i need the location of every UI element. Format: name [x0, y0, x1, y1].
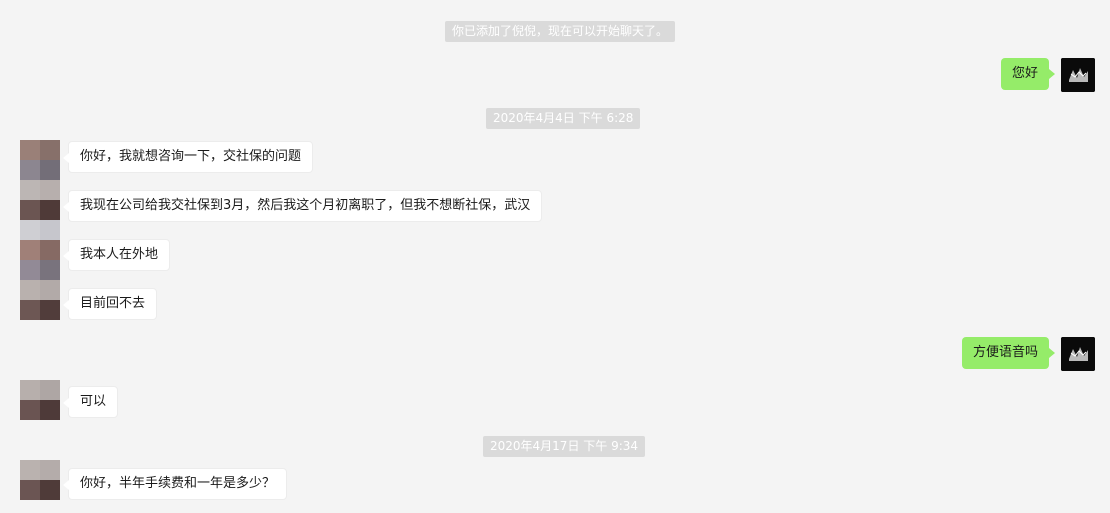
message-bubble-incoming[interactable]: 我本人在外地	[62, 239, 171, 271]
my-avatar-image	[1061, 58, 1095, 92]
message-bubble-outgoing[interactable]: 您好	[1000, 58, 1056, 90]
message-bubble-incoming[interactable]: 我现在公司给我交社保到3月，然后我这个月初离职了，但我不想断社保，武汉	[62, 190, 543, 222]
message-bubble-outgoing[interactable]: 方便语音吗	[961, 337, 1056, 369]
message-bubble-incoming[interactable]: 目前回不去	[62, 288, 158, 320]
system-notice-added: 你已添加了倪倪，现在可以开始聊天了。	[445, 21, 676, 42]
contact-avatar[interactable]	[20, 180, 60, 220]
time-stamp: 2020年4月17日 下午 9:34	[483, 436, 646, 457]
time-stamp: 2020年4月4日 下午 6:28	[486, 108, 641, 129]
contact-avatar[interactable]	[20, 380, 60, 420]
my-avatar[interactable]	[1061, 337, 1095, 371]
chat-history: 你已添加了倪倪，现在可以开始聊天了。 您好 2020年4月4日 下午 6:28 …	[0, 0, 1110, 513]
message-bubble-incoming[interactable]: 你好，半年手续费和一年是多少？	[62, 468, 288, 500]
message-bubble-incoming[interactable]: 可以	[62, 386, 119, 418]
contact-avatar[interactable]	[20, 220, 60, 240]
contact-avatar[interactable]	[20, 240, 60, 280]
contact-avatar[interactable]	[20, 460, 60, 500]
contact-avatar[interactable]	[20, 280, 60, 320]
message-bubble-incoming[interactable]: 你好，我就想咨询一下，交社保的问题	[62, 141, 314, 173]
contact-avatar[interactable]	[20, 140, 60, 180]
my-avatar-image	[1061, 337, 1095, 371]
my-avatar[interactable]	[1061, 58, 1095, 92]
